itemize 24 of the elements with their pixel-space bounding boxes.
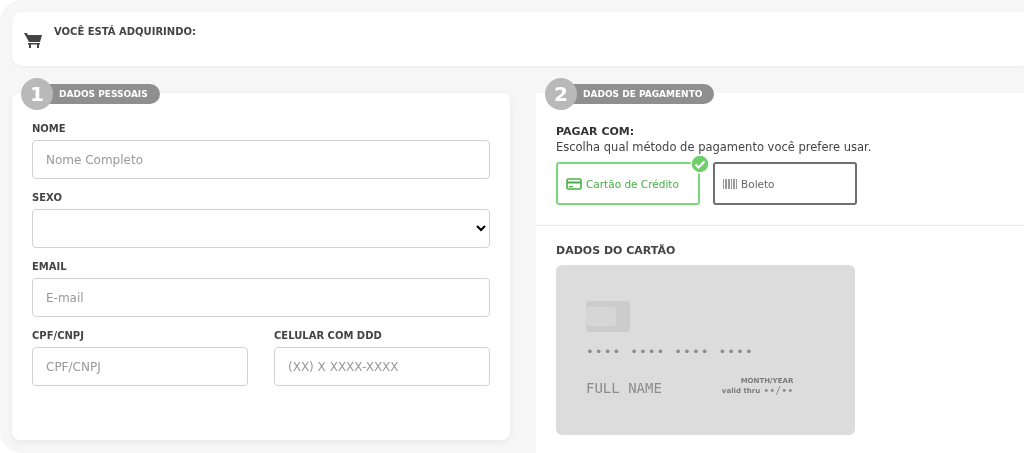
field-label: NOME	[32, 123, 67, 134]
card-section-title: DADOS DO CARTÃO	[556, 244, 677, 257]
field-label: SEXO	[32, 192, 63, 203]
input-field[interactable]: CPF/CNPJ	[32, 347, 248, 386]
field-label: CELULAR COM DDD	[274, 330, 383, 341]
input-field[interactable]: E-mail	[32, 278, 490, 317]
card-holder-name: FULL NAME	[586, 380, 662, 396]
cart-icon	[24, 32, 42, 48]
payment-method-button[interactable]: Boleto	[713, 162, 857, 205]
payment-description: Escolha qual método de pagamento você prefere usar.	[556, 140, 873, 154]
field-label: CPF/CNPJ	[32, 330, 85, 341]
barcode-icon	[723, 178, 737, 189]
check-icon	[690, 154, 710, 174]
field-label: EMAIL	[32, 261, 68, 272]
payment-heading: PAGAR COM:	[556, 125, 636, 138]
card-number: •••• •••• •••• ••••	[586, 344, 755, 359]
step-number: 2	[545, 78, 577, 110]
header-title: VOCÊ ESTÁ ADQUIRINDO:	[54, 26, 196, 37]
step-number: 1	[21, 78, 53, 110]
credit-card-icon	[566, 177, 582, 190]
card-expiry: ••/••	[763, 385, 794, 396]
select-field[interactable]	[32, 209, 490, 248]
input-field[interactable]: Nome Completo	[32, 140, 490, 179]
input-field[interactable]: (XX) X XXXX-XXXX	[274, 347, 490, 386]
